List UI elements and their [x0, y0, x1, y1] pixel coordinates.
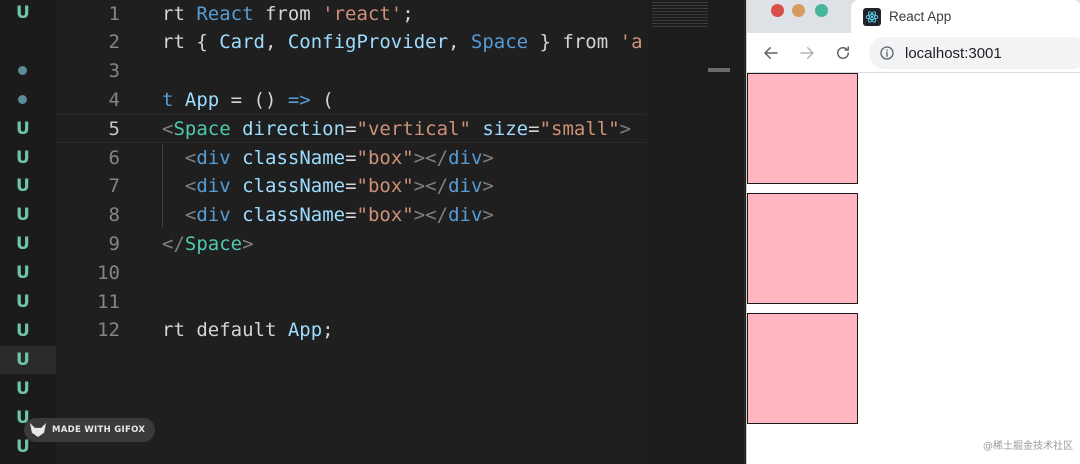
pink-box: [747, 193, 858, 304]
line-number: 12: [97, 319, 120, 342]
git-untracked-marker: U: [0, 345, 56, 374]
code-text: <div className="box"></div>: [184, 204, 494, 227]
arrow-right-icon: [800, 47, 814, 59]
line-number: 4: [108, 88, 120, 111]
gifox-badge: MADE WITH GIFOX: [24, 418, 156, 442]
indent-guide: [162, 144, 163, 228]
code-editor[interactable]: UUUUUUUUUUUUU 1 rt React from 'react'; 2 rt…: [0, 0, 746, 464]
minimize-window-button[interactable]: [792, 4, 805, 17]
line-number: 9: [108, 232, 120, 255]
line-number: 5: [108, 117, 120, 140]
browser-window: React App localhost:3001 @稀土掘金技术社区: [746, 0, 1080, 464]
watermark: @稀土掘金技术社区: [983, 441, 1073, 452]
line-number: 3: [108, 60, 120, 83]
line-number: 1: [108, 2, 120, 25]
code-line[interactable]: 8 <div className="box"></div>: [56, 201, 646, 230]
minimap-preview: [652, 2, 708, 28]
line-number: 8: [108, 204, 120, 227]
git-untracked-marker: U: [16, 292, 30, 312]
code-text: <div className="box"></div>: [184, 175, 494, 198]
arrow-left-icon: [764, 47, 778, 59]
url-text: localhost:3001: [905, 44, 1002, 62]
tab-bar: React App: [747, 0, 1080, 33]
code-text: <Space direction="vertical" size="small"…: [162, 117, 632, 140]
line-number: 10: [97, 261, 120, 284]
code-text: rt React from 'react';: [162, 2, 414, 25]
line-number: 7: [108, 175, 120, 198]
git-untracked-marker: U: [16, 263, 30, 284]
minimap-border: [744, 0, 745, 464]
git-untracked-marker: U: [16, 176, 30, 197]
code-line[interactable]: 11: [56, 287, 646, 316]
react-favicon-icon: [863, 7, 881, 26]
code-text: rt default App;: [162, 319, 334, 342]
reload-icon: [837, 46, 849, 59]
pink-box: [747, 313, 858, 424]
tab-react-app[interactable]: React App: [851, 0, 1080, 33]
minimap[interactable]: [648, 0, 746, 464]
pink-box: [747, 73, 858, 184]
line-number: 6: [108, 146, 120, 169]
fox-logo-icon: [30, 423, 46, 437]
git-untracked-marker: [0, 28, 56, 56]
code-line[interactable]: 12 rt default App;: [56, 316, 646, 345]
code-text: rt { Card, ConfigProvider, Space } from …: [162, 31, 643, 54]
info-icon[interactable]: [879, 45, 895, 61]
reload-button[interactable]: [831, 41, 855, 65]
zoom-window-button[interactable]: [815, 4, 828, 17]
line-number: 11: [97, 290, 120, 313]
code-line[interactable]: 10: [56, 258, 646, 287]
gifox-badge-label: MADE WITH GIFOX: [52, 425, 146, 435]
tab-title: React App: [889, 9, 952, 24]
close-window-button[interactable]: [771, 4, 784, 17]
code-line[interactable]: 9 </Space>: [56, 229, 646, 258]
code-line[interactable]: 1 rt React from 'react';: [56, 0, 646, 28]
git-untracked-marker: U: [16, 234, 30, 255]
page-viewport: @稀土掘金技术社区: [747, 73, 1080, 464]
forward-button[interactable]: [795, 41, 819, 65]
code-line[interactable]: 4 t App = () => (: [56, 85, 646, 114]
git-untracked-marker: U: [16, 3, 30, 23]
git-untracked-marker: U: [16, 320, 30, 341]
code-line[interactable]: 7 <div className="box"></div>: [56, 172, 646, 201]
modified-dot-icon: [0, 86, 56, 114]
code-text: <div className="box"></div>: [184, 146, 494, 169]
minimap-slider[interactable]: [708, 68, 730, 72]
code-line[interactable]: 2 rt { Card, ConfigProvider, Space } from…: [56, 28, 646, 57]
code-text: t App = () => (: [162, 88, 334, 111]
git-untracked-marker: U: [16, 205, 30, 226]
line-number: 2: [108, 31, 120, 54]
modified-dot-icon: [0, 57, 56, 85]
code-line[interactable]: 6 <div className="box"></div>: [56, 143, 646, 172]
code-text: </Space>: [162, 232, 254, 255]
code-line[interactable]: 3: [56, 57, 646, 86]
code-line[interactable]: 5 <Space direction="vertical" size="small…: [56, 114, 646, 144]
git-untracked-marker: U: [16, 378, 30, 399]
git-untracked-marker: U: [16, 147, 30, 168]
address-bar[interactable]: localhost:3001: [869, 37, 1080, 69]
activity-gutter: UUUUUUUUUUUUU: [0, 0, 56, 464]
back-button[interactable]: [759, 41, 783, 65]
git-untracked-marker: U: [16, 118, 30, 139]
browser-toolbar: localhost:3001: [747, 33, 1080, 73]
